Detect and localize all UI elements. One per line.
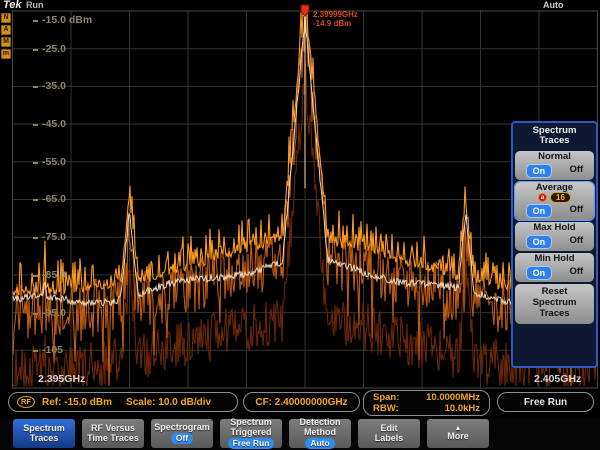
ref-value: -15.0 dBm — [64, 397, 112, 408]
y-axis-label: -45.0 — [42, 118, 66, 130]
trigger-mode-label: Auto — [543, 0, 564, 10]
menu-edit-labels-button[interactable]: Edit Labels — [358, 419, 420, 448]
ref-label: Ref: — [42, 397, 61, 408]
detection-method-state-pill: Auto — [305, 438, 334, 449]
panel-section-max-hold: Max Hold On Off — [515, 222, 594, 251]
ref-scale-readout: RF Ref: -15.0 dBm Scale: 10.0 dB/div — [8, 392, 238, 412]
max-hold-on-button[interactable]: On — [526, 235, 552, 249]
normal-off-button[interactable]: Off — [569, 165, 583, 176]
y-axis-label: -35.0 — [42, 80, 66, 92]
oscilloscope-screen: Tek Run Auto N A M m -15.0 dBm -25.0 -35… — [0, 0, 600, 450]
average-count-badge: 16 — [550, 192, 571, 203]
panel-section-min-hold: Min Hold On Off — [515, 253, 594, 282]
average-count-badges: a 16 — [517, 193, 592, 203]
y-axis-label: -55.0 — [42, 156, 66, 168]
panel-section-normal: Normal On Off — [515, 151, 594, 180]
reset-label: Spectrum — [517, 298, 592, 309]
menu-label: Labels — [375, 434, 404, 443]
panel-title: Spectrum Traces — [515, 124, 594, 150]
scale-value: 10.0 dB/div — [158, 397, 211, 408]
average-on-button[interactable]: On — [526, 204, 552, 218]
span-label: Span: — [373, 392, 399, 403]
tek-logo: Tek — [3, 0, 22, 11]
menu-spectrum-triggered-button[interactable]: Spectrum Triggered Free Run — [220, 419, 282, 448]
start-frequency-label: 2.395GHz — [38, 373, 85, 385]
spectrum-triggered-state-pill: Free Run — [228, 438, 275, 449]
menu-label: Triggered — [230, 428, 271, 437]
menu-label: Spectrogram — [154, 423, 210, 432]
span-rbw-readout: Span: 10.0000MHz RBW: 10.0kHz — [363, 390, 490, 416]
max-hold-off-button[interactable]: Off — [569, 236, 583, 247]
menu-label: Traces — [30, 434, 59, 443]
trace-indicator-average: A — [1, 25, 11, 35]
spectrogram-state-pill: Off — [171, 433, 193, 444]
y-axis-label: -95.0 — [42, 307, 66, 319]
trace-indicator-maxhold: M — [1, 37, 11, 47]
menu-spectrogram-button[interactable]: Spectrogram Off — [151, 419, 213, 448]
spectrum-plot — [0, 0, 600, 450]
min-hold-on-button[interactable]: On — [526, 266, 552, 280]
average-off-button[interactable]: Off — [569, 205, 583, 216]
cf-label: CF: — [255, 397, 272, 408]
acquisition-status: Run — [26, 0, 44, 10]
rbw-label: RBW: — [373, 403, 399, 414]
menu-label: Time Traces — [87, 434, 139, 443]
min-hold-off-button[interactable]: Off — [569, 267, 583, 278]
menu-more-button[interactable]: ▲ More — [427, 419, 489, 448]
span-value: 10.0000MHz — [426, 392, 480, 403]
peak-marker-frequency: 2.39999GHz — [313, 10, 358, 19]
rf-badge: RF — [17, 396, 35, 408]
scale-label: Scale: — [126, 397, 155, 408]
bottom-menu-bar: Spectrum Traces RF Versus Time Traces Sp… — [0, 419, 600, 450]
average-a-badge: a — [538, 193, 547, 202]
menu-rf-versus-time-traces-button[interactable]: RF Versus Time Traces — [82, 419, 144, 448]
y-axis-label: -25.0 — [42, 43, 66, 55]
panel-section-average: Average a 16 On Off — [515, 182, 594, 220]
normal-on-button[interactable]: On — [526, 164, 552, 178]
y-axis-label: -85.0 — [42, 269, 66, 281]
peak-marker-readout: 2.39999GHz -14.9 dBm — [313, 10, 358, 28]
section-label: Min Hold — [517, 254, 592, 265]
menu-spectrum-traces-button[interactable]: Spectrum Traces — [13, 419, 75, 448]
y-axis-label: -65.0 — [42, 193, 66, 205]
stop-frequency-label: 2.405GHz — [534, 373, 581, 385]
y-axis-label: -15.0 dBm — [42, 14, 92, 26]
reset-label: Traces — [517, 309, 592, 320]
cf-value: 2.40000000GHz — [275, 397, 348, 408]
acquisition-mode-value: Free Run — [524, 397, 567, 408]
spectrum-traces-panel: Spectrum Traces Normal On Off Average a … — [511, 121, 598, 368]
menu-label: Method — [304, 428, 336, 437]
rbw-value: 10.0kHz — [445, 403, 480, 414]
y-axis-label: -75.0 — [42, 231, 66, 243]
trace-indicator-minhold: m — [1, 49, 11, 59]
menu-label: More — [447, 432, 469, 441]
y-axis-label: -105 — [42, 344, 63, 356]
acquisition-mode-readout: Free Run — [497, 392, 594, 412]
peak-marker-amplitude: -14.9 dBm — [313, 19, 358, 28]
section-label: Max Hold — [517, 223, 592, 234]
reset-spectrum-traces-button[interactable]: Reset Spectrum Traces — [515, 284, 594, 324]
trace-indicator-normal: N — [1, 13, 11, 23]
center-frequency-readout: CF: 2.40000000GHz — [243, 392, 360, 412]
section-label: Normal — [517, 152, 592, 163]
reset-label: Reset — [517, 287, 592, 298]
menu-detection-method-button[interactable]: Detection Method Auto — [289, 419, 351, 448]
